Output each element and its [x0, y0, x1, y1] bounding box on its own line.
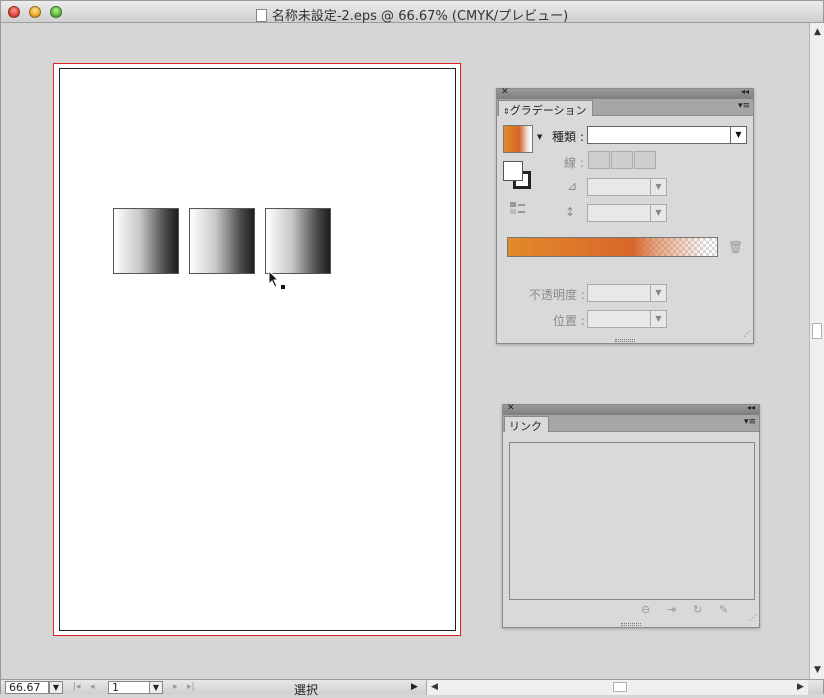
- type-label: 種類 :: [552, 130, 584, 144]
- chevron-down-icon: ▼: [730, 127, 746, 143]
- close-panel-icon[interactable]: ✕: [501, 87, 509, 97]
- edit-original-icon[interactable]: ✎: [719, 603, 728, 616]
- reverse-gradient-icon[interactable]: [509, 201, 527, 215]
- chevron-down-icon: ▼: [650, 179, 666, 195]
- gradient-square-1[interactable]: [113, 208, 179, 274]
- tab-links-label: リンク: [509, 420, 542, 433]
- gradient-slider[interactable]: [507, 237, 718, 257]
- panel-menu-icon[interactable]: ▾≡: [738, 101, 750, 111]
- selection-cursor-icon: [268, 270, 285, 289]
- collapse-panel-icon[interactable]: ◂◂: [747, 403, 755, 412]
- aspect-ratio-icon: ↕: [565, 205, 576, 219]
- gradient-dropdown-icon[interactable]: ▼: [537, 133, 542, 141]
- first-artboard-icon[interactable]: |◂: [73, 682, 81, 692]
- window-title-text: 名称未設定-2.eps @ 66.67% (CMYK/プレビュー): [271, 9, 569, 24]
- links-tabrow: リンク ▾≡: [503, 415, 759, 433]
- tab-gradient[interactable]: ⇕グラデーション: [498, 100, 594, 117]
- trash-icon[interactable]: 🗑: [728, 240, 743, 254]
- scroll-up-icon[interactable]: ▲: [810, 25, 824, 39]
- links-panel-header: ✕ ◂◂: [503, 403, 759, 415]
- gradient-square-3[interactable]: [265, 208, 331, 274]
- panel-drag-grip[interactable]: [615, 339, 635, 342]
- scroll-down-icon[interactable]: ▼: [810, 663, 824, 677]
- fill-swatch[interactable]: [503, 161, 523, 181]
- resize-grip-icon[interactable]: ⋰: [749, 613, 757, 622]
- previous-artboard-icon[interactable]: ◂: [90, 682, 95, 692]
- stroke-label: 線 :: [564, 156, 584, 170]
- links-list[interactable]: [509, 442, 755, 600]
- panel-drag-grip[interactable]: [621, 623, 641, 626]
- gradient-preview-swatch[interactable]: [503, 125, 533, 153]
- close-panel-icon[interactable]: ✕: [507, 403, 515, 413]
- gradient-tabrow: ⇕グラデーション ▾≡: [497, 99, 753, 117]
- relink-icon[interactable]: ⊖: [641, 603, 650, 616]
- artboard[interactable]: [59, 68, 456, 631]
- vertical-scroll-thumb[interactable]: [812, 323, 822, 339]
- position-select[interactable]: ▼: [587, 310, 667, 328]
- opacity-label: 不透明度 :: [529, 288, 585, 302]
- stroke-along-button[interactable]: [611, 151, 633, 169]
- chevron-down-icon: ▼: [650, 285, 666, 301]
- status-text[interactable]: 選択: [261, 681, 351, 698]
- last-artboard-icon[interactable]: ▸|: [187, 682, 195, 692]
- aspect-ratio-select[interactable]: ▼: [587, 204, 667, 222]
- angle-icon: ⊿: [567, 179, 578, 193]
- status-bar: 66.67 ▼ |◂ ◂ 1 ▼ ▸ ▸| 選択 ▶ ◀ ▶: [1, 679, 823, 697]
- tab-gradient-label: グラデーション: [509, 104, 587, 117]
- stroke-within-button[interactable]: [588, 151, 610, 169]
- next-artboard-icon[interactable]: ▸: [173, 682, 178, 692]
- angle-select[interactable]: ▼: [587, 178, 667, 196]
- scroll-left-icon[interactable]: ◀: [427, 680, 442, 694]
- zoom-field[interactable]: 66.67: [5, 681, 49, 694]
- panel-menu-icon[interactable]: ▾≡: [744, 417, 756, 427]
- gradient-panel-header: ✕ ◂◂: [497, 87, 753, 99]
- scroll-right-icon[interactable]: ▶: [793, 680, 808, 694]
- links-panel: ✕ ◂◂ リンク ▾≡ ⊖ ⇥ ↻ ✎ ⋰: [502, 403, 760, 628]
- tab-arrows-icon: ⇕: [503, 107, 510, 116]
- document-icon: [255, 9, 267, 22]
- position-label: 位置 :: [553, 314, 585, 328]
- collapse-panel-icon[interactable]: ◂◂: [741, 87, 749, 96]
- zoom-dropdown-icon[interactable]: ▼: [49, 681, 63, 694]
- gradient-type-select[interactable]: ▼: [587, 126, 747, 144]
- horizontal-scrollbar[interactable]: ◀ ▶: [426, 680, 808, 695]
- vertical-scrollbar[interactable]: ▲ ▼: [809, 23, 824, 679]
- resize-grip-icon[interactable]: ⋰: [743, 329, 751, 338]
- document-canvas[interactable]: ✕ ◂◂ ⇕グラデーション ▾≡ ▼ 種類 : ▼ 線 : ⊿ ▼ ↕ ▼ 🗑 …: [1, 23, 809, 679]
- artboard-number-field[interactable]: 1: [108, 681, 150, 694]
- tab-links[interactable]: リンク: [504, 416, 549, 433]
- gradient-square-2[interactable]: [189, 208, 255, 274]
- stroke-across-button[interactable]: [634, 151, 656, 169]
- window-title: 名称未設定-2.eps @ 66.67% (CMYK/プレビュー): [1, 5, 823, 24]
- title-bar: 名称未設定-2.eps @ 66.67% (CMYK/プレビュー): [1, 1, 823, 24]
- app-window: 名称未設定-2.eps @ 66.67% (CMYK/プレビュー) ✕ ◂◂ ⇕…: [0, 0, 824, 697]
- go-to-link-icon[interactable]: ⇥: [667, 603, 676, 616]
- status-menu-icon[interactable]: ▶: [411, 682, 418, 692]
- chevron-down-icon: ▼: [650, 205, 666, 221]
- opacity-select[interactable]: ▼: [587, 284, 667, 302]
- horizontal-scroll-thumb[interactable]: [613, 682, 627, 692]
- gradient-panel: ✕ ◂◂ ⇕グラデーション ▾≡ ▼ 種類 : ▼ 線 : ⊿ ▼ ↕ ▼ 🗑 …: [496, 87, 754, 344]
- chevron-down-icon: ▼: [650, 311, 666, 327]
- artboard-dropdown-icon[interactable]: ▼: [149, 681, 163, 694]
- update-link-icon[interactable]: ↻: [693, 603, 702, 616]
